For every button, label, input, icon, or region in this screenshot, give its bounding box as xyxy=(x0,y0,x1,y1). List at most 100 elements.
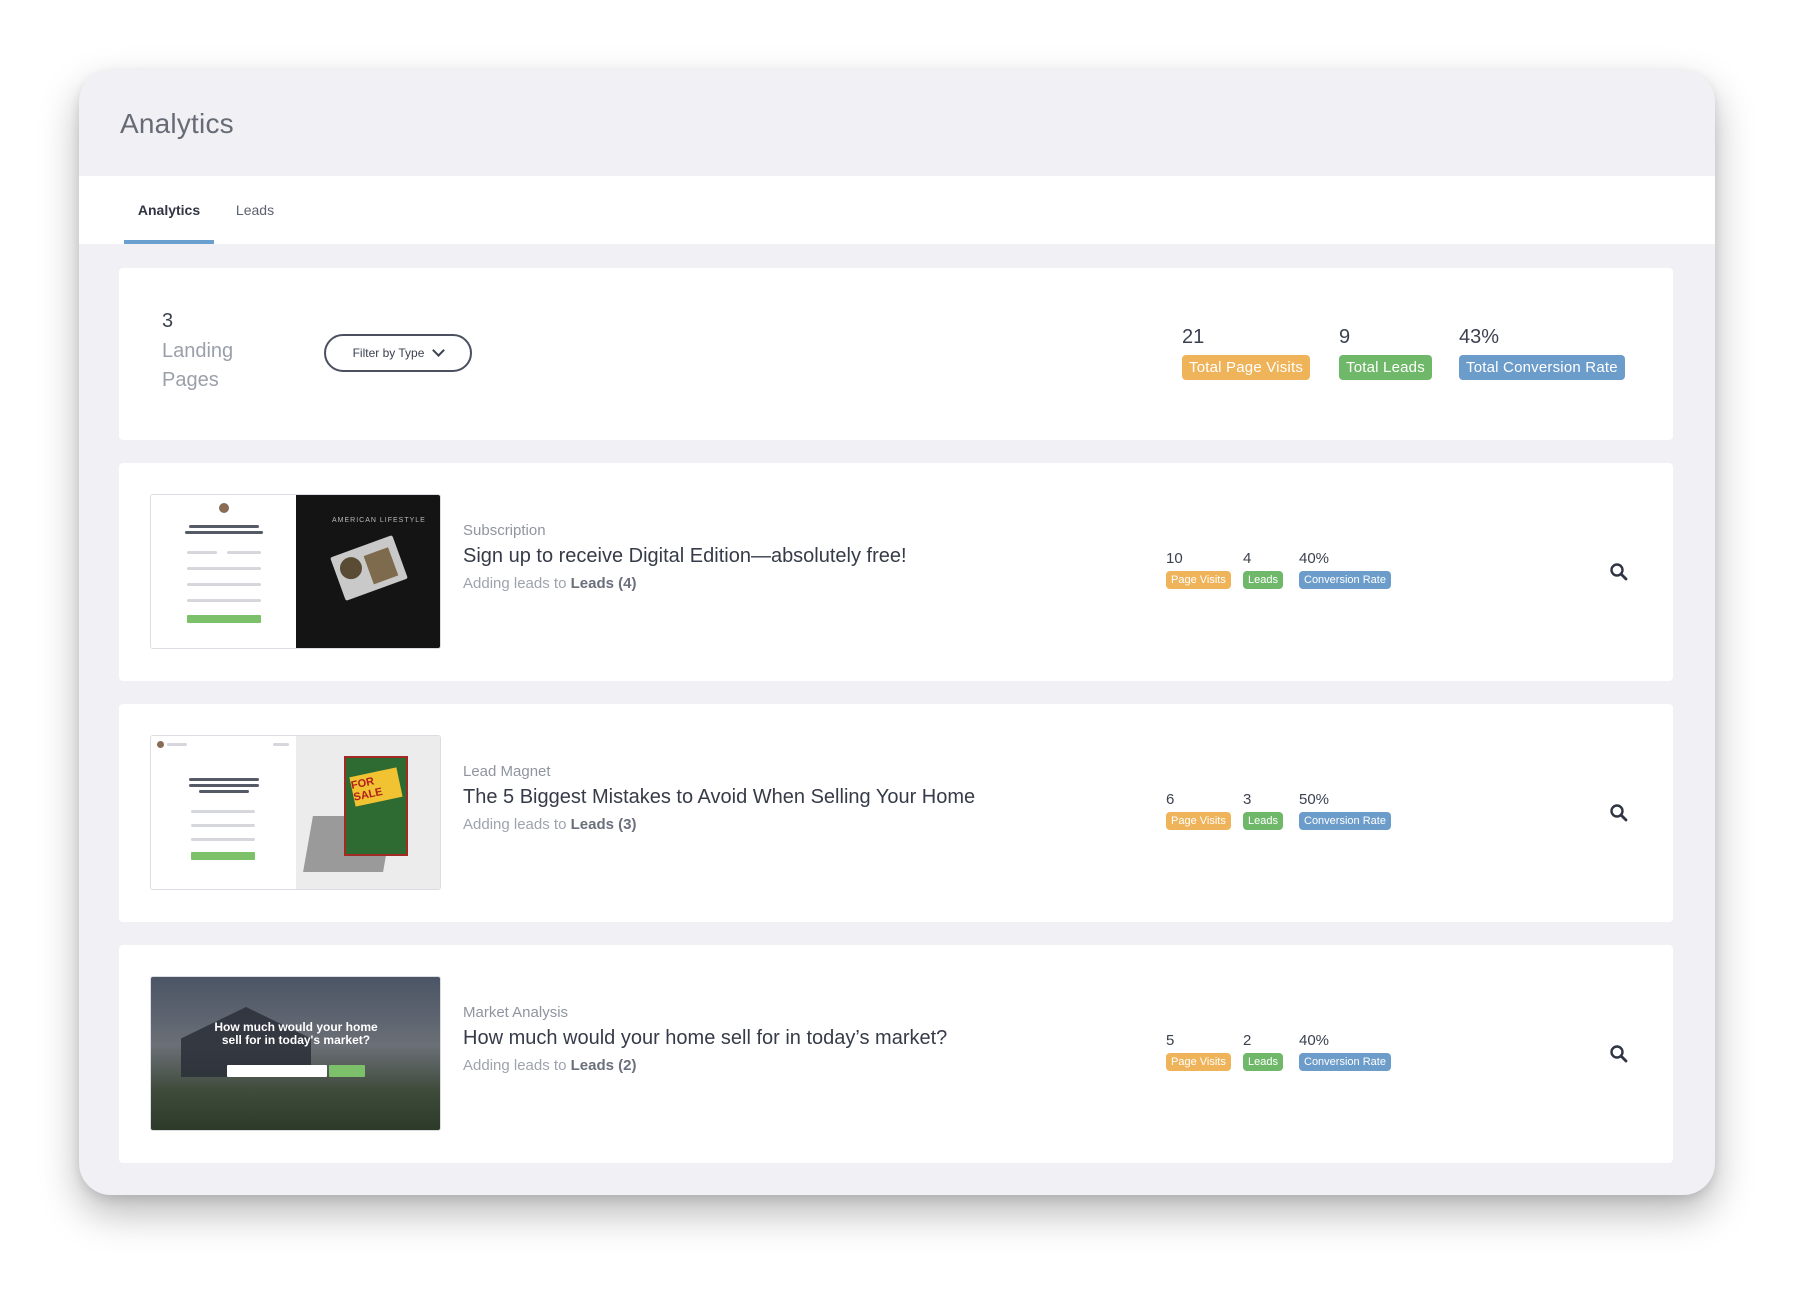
thumbnail-heading-line xyxy=(189,778,259,781)
landing-page-info: Market Analysis How much would your home… xyxy=(463,1004,947,1074)
landing-page-count: 3 Landing Pages xyxy=(162,310,272,395)
landing-page-count-value: 3 xyxy=(162,310,174,332)
thumbnail-masthead: AMERICAN LIFESTYLE xyxy=(332,517,426,524)
thumbnail-sale-sign: FOR SALE xyxy=(349,767,403,807)
leads-value: 3 xyxy=(1243,791,1252,808)
landing-page-info: Subscription Sign up to receive Digital … xyxy=(463,522,907,592)
tab-analytics[interactable]: Analytics xyxy=(124,176,214,244)
thumbnail-submit xyxy=(191,852,255,860)
chevron-down-icon xyxy=(432,344,446,357)
total-conversion-rate: 43% Total Conversion Rate xyxy=(1459,326,1625,380)
leads-badge: Leads xyxy=(1243,571,1283,589)
thumbnail-nav-line xyxy=(273,743,289,746)
destination-prefix: Adding leads to xyxy=(463,816,567,833)
page-visits-stat: 6 Page Visits xyxy=(1166,791,1231,830)
conversion-rate-value: 40% xyxy=(1299,1032,1330,1049)
thumbnail-form-preview xyxy=(151,495,296,648)
search-icon[interactable] xyxy=(1609,1044,1629,1064)
thumbnail-heading-line xyxy=(189,525,259,528)
page-visits-badge: Page Visits xyxy=(1166,571,1231,589)
thumbnail-field xyxy=(227,551,261,554)
page-visits-stat: 5 Page Visits xyxy=(1166,1032,1231,1071)
landing-page-row[interactable]: AMERICAN LIFESTYLE Subscription Sign up … xyxy=(119,463,1673,681)
conversion-rate-value: 40% xyxy=(1299,550,1330,567)
total-leads: 9 Total Leads xyxy=(1339,326,1432,380)
conversion-rate-stat: 40% Conversion Rate xyxy=(1299,550,1391,589)
thumbnail-address-field xyxy=(227,1065,327,1077)
landing-page-row[interactable]: FOR SALE Lead Magnet The 5 Biggest Mista… xyxy=(119,704,1673,922)
destination-list: Leads (2) xyxy=(570,1057,637,1074)
page-visits-value: 5 xyxy=(1166,1032,1175,1049)
tab-bar: Analytics Leads xyxy=(79,176,1715,244)
page-visits-badge: Page Visits xyxy=(1166,1053,1231,1071)
filter-by-type-dropdown[interactable]: Filter by Type xyxy=(324,334,472,372)
thumbnail-avatar xyxy=(219,503,229,513)
leads-stat: 4 Leads xyxy=(1243,550,1283,589)
tab-leads[interactable]: Leads xyxy=(219,176,291,244)
page-title: Analytics xyxy=(120,108,234,139)
thumbnail-field xyxy=(187,567,261,570)
landing-page-count-label-line2: Pages xyxy=(162,369,219,391)
thumbnail-form-preview xyxy=(151,736,296,889)
page-visits-badge: Page Visits xyxy=(1166,812,1231,830)
thumbnail-submit xyxy=(329,1065,365,1077)
landing-page-destination: Adding leads to Leads (4) xyxy=(463,575,907,592)
thumbnail-field xyxy=(187,551,217,554)
landing-page-thumbnail[interactable]: How much would your home sell for in tod… xyxy=(150,976,441,1131)
total-page-visits-value: 21 xyxy=(1182,326,1205,348)
landing-page-thumbnail[interactable]: AMERICAN LIFESTYLE xyxy=(150,494,441,649)
thumbnail-field xyxy=(191,810,255,813)
leads-badge: Leads xyxy=(1243,812,1283,830)
thumbnail-heading-line xyxy=(199,790,249,793)
landing-page-thumbnail[interactable]: FOR SALE xyxy=(150,735,441,890)
thumbnail-nav-line xyxy=(167,743,187,746)
page-visits-value: 6 xyxy=(1166,791,1175,808)
thumbnail-avatar xyxy=(157,741,164,748)
landing-page-row[interactable]: How much would your home sell for in tod… xyxy=(119,945,1673,1163)
page-visits-stat: 10 Page Visits xyxy=(1166,550,1231,589)
leads-stat: 2 Leads xyxy=(1243,1032,1283,1071)
filter-by-type-label: Filter by Type xyxy=(352,346,425,360)
total-conversion-rate-badge: Total Conversion Rate xyxy=(1459,355,1625,380)
conversion-rate-badge: Conversion Rate xyxy=(1299,1053,1391,1071)
thumbnail-submit xyxy=(187,615,261,623)
search-icon[interactable] xyxy=(1609,562,1629,582)
landing-page-type: Lead Magnet xyxy=(463,763,551,780)
page-visits-value: 10 xyxy=(1166,550,1183,567)
thumbnail-magazine-preview: AMERICAN LIFESTYLE xyxy=(296,495,440,648)
landing-page-count-label-line1: Landing xyxy=(162,340,234,362)
landing-page-title[interactable]: Sign up to receive Digital Edition—absol… xyxy=(463,545,907,568)
thumbnail-heading-line xyxy=(185,531,263,534)
search-icon[interactable] xyxy=(1609,803,1629,823)
app-window: Analytics Analytics Leads 3 Landing Page… xyxy=(79,70,1715,1195)
thumbnail-field xyxy=(187,599,261,602)
landing-page-type: Market Analysis xyxy=(463,1004,569,1021)
conversion-rate-badge: Conversion Rate xyxy=(1299,812,1391,830)
landing-page-destination: Adding leads to Leads (3) xyxy=(463,816,975,833)
landing-page-title[interactable]: The 5 Biggest Mistakes to Avoid When Sel… xyxy=(463,786,975,809)
conversion-rate-value: 50% xyxy=(1299,791,1330,808)
landing-page-info: Lead Magnet The 5 Biggest Mistakes to Av… xyxy=(463,763,975,833)
leads-stat: 3 Leads xyxy=(1243,791,1283,830)
total-page-visits-badge: Total Page Visits xyxy=(1182,355,1311,380)
leads-value: 2 xyxy=(1243,1032,1252,1049)
thumbnail-book-preview: FOR SALE xyxy=(296,736,440,889)
destination-list: Leads (4) xyxy=(570,575,637,592)
leads-badge: Leads xyxy=(1243,1053,1283,1071)
conversion-rate-stat: 50% Conversion Rate xyxy=(1299,791,1391,830)
landing-page-type: Subscription xyxy=(463,522,546,539)
total-leads-value: 9 xyxy=(1339,326,1351,348)
conversion-rate-badge: Conversion Rate xyxy=(1299,571,1391,589)
destination-prefix: Adding leads to xyxy=(463,1057,567,1074)
thumbnail-field xyxy=(187,583,261,586)
landing-page-title[interactable]: How much would your home sell for in tod… xyxy=(463,1027,947,1050)
conversion-rate-stat: 40% Conversion Rate xyxy=(1299,1032,1391,1071)
leads-value: 4 xyxy=(1243,550,1252,567)
total-leads-badge: Total Leads xyxy=(1339,355,1432,380)
destination-prefix: Adding leads to xyxy=(463,575,567,592)
total-conversion-rate-value: 43% xyxy=(1459,326,1500,348)
destination-list: Leads (3) xyxy=(570,816,637,833)
thumbnail-field xyxy=(191,838,255,841)
thumbnail-headline: How much would your home sell for in tod… xyxy=(214,1020,378,1047)
landing-page-destination: Adding leads to Leads (2) xyxy=(463,1057,947,1074)
